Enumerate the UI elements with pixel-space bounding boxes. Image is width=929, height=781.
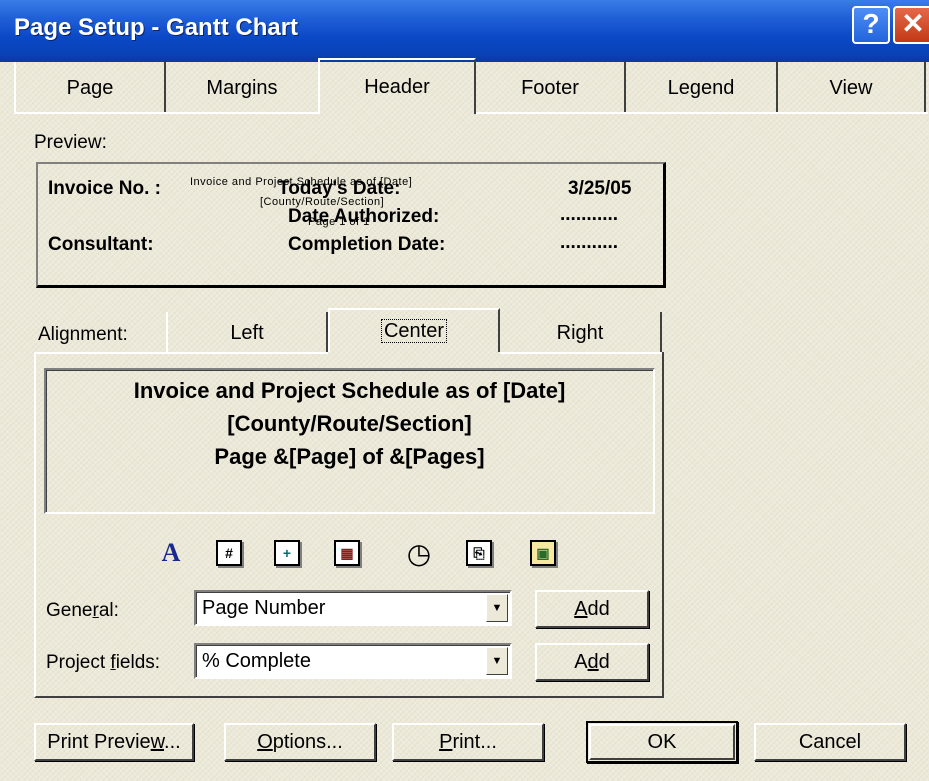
- tab-align-left-label: Left: [230, 322, 264, 344]
- tab-align-center[interactable]: Center: [328, 308, 500, 352]
- insert-current-date-button[interactable]: ▦: [330, 536, 364, 570]
- tab-baseline-right: [476, 112, 928, 114]
- insert-file-name-button[interactable]: ⎘: [462, 536, 496, 570]
- insert-total-page-count-button[interactable]: +: [270, 536, 304, 570]
- preview-center-line3: Completion Date:: [288, 234, 446, 255]
- tab-margins-label: Margins: [206, 77, 278, 99]
- tab-align-right[interactable]: Right: [500, 312, 662, 352]
- print-button[interactable]: Print...: [392, 723, 544, 761]
- help-button[interactable]: ?: [852, 6, 890, 44]
- ok-button[interactable]: OK: [586, 721, 738, 763]
- tab-align-left[interactable]: Left: [166, 312, 328, 352]
- insert-current-date-icon: ▦: [334, 540, 360, 566]
- preview-right-line2: ...........: [560, 204, 619, 225]
- close-icon: ✕: [901, 8, 925, 39]
- tab-page-label: Page: [66, 77, 114, 99]
- options-button[interactable]: Options...: [224, 723, 376, 761]
- project-fields-add-button[interactable]: Add: [535, 643, 649, 681]
- window-title: Page Setup - Gantt Chart: [14, 14, 299, 41]
- preview-label: Preview:: [34, 132, 107, 153]
- insert-picture-button[interactable]: ▣: [526, 536, 560, 570]
- general-select[interactable]: Page Number ▼: [194, 590, 512, 626]
- tab-margins[interactable]: Margins: [166, 62, 320, 112]
- cancel-button[interactable]: Cancel: [754, 723, 906, 761]
- chevron-down-icon[interactable]: ▼: [486, 594, 508, 622]
- project-fields-select[interactable]: % Complete ▼: [194, 643, 512, 679]
- tab-view[interactable]: View: [778, 62, 926, 112]
- print-preview-button[interactable]: Print Preview...: [34, 723, 194, 761]
- insert-page-number-button[interactable]: #: [212, 536, 246, 570]
- tab-align-right-label: Right: [556, 322, 604, 344]
- insert-current-time-icon: ◷: [406, 537, 432, 569]
- format-text-font-icon: A: [161, 538, 181, 567]
- insert-current-time-button[interactable]: ◷: [402, 536, 436, 570]
- tab-align-center-label: Center: [380, 319, 448, 343]
- editor-line3: Page &[Page] of &[Pages]: [214, 444, 485, 469]
- preview-right-line1: 3/25/05: [568, 178, 632, 199]
- tab-baseline-left: [14, 112, 318, 114]
- insert-page-number-icon: #: [216, 540, 242, 566]
- tab-header[interactable]: Header: [318, 58, 476, 114]
- insert-file-name-icon: ⎘: [466, 540, 492, 566]
- format-text-font-button[interactable]: A: [154, 536, 188, 570]
- help-icon: ?: [862, 8, 880, 39]
- ok-button-label: OK: [647, 731, 677, 753]
- project-fields-label: Project fields:: [46, 652, 161, 673]
- page-setup-dialog: Page Setup - Gantt Chart ? ✕ Page Margin…: [0, 0, 929, 781]
- close-button[interactable]: ✕: [893, 6, 929, 44]
- tab-header-label: Header: [364, 76, 430, 98]
- tab-page[interactable]: Page: [14, 62, 166, 112]
- preview-right-line3: ...........: [560, 232, 619, 253]
- editor-line2: [County/Route/Section]: [227, 411, 472, 436]
- chevron-down-icon[interactable]: ▼: [486, 647, 508, 675]
- insert-picture-icon: ▣: [530, 540, 556, 566]
- general-select-value: Page Number: [202, 597, 326, 619]
- alignment-label: Alignment:: [38, 324, 128, 345]
- tab-legend[interactable]: Legend: [626, 62, 778, 112]
- tab-footer-label: Footer: [521, 77, 579, 99]
- general-label: General:: [46, 600, 119, 621]
- project-fields-select-value: % Complete: [202, 650, 311, 672]
- tab-view-label: View: [829, 77, 873, 99]
- tab-legend-label: Legend: [667, 77, 735, 99]
- cancel-button-label: Cancel: [798, 731, 862, 753]
- general-add-button[interactable]: Add: [535, 590, 649, 628]
- editor-line1: Invoice and Project Schedule as of [Date…: [133, 378, 566, 403]
- insert-total-page-count-icon: +: [274, 540, 300, 566]
- preview-left-line1: Invoice No. :: [48, 178, 161, 199]
- header-preview: Invoice No. : Consultant: Invoice and Pr…: [36, 162, 666, 288]
- title-bar: Page Setup - Gantt Chart ? ✕: [0, 0, 929, 62]
- header-text-editor[interactable]: Invoice and Project Schedule as of [Date…: [44, 368, 655, 514]
- tab-footer[interactable]: Footer: [476, 62, 626, 112]
- preview-left-line2: Consultant:: [48, 234, 154, 255]
- preview-center-line1: Today's Date:: [278, 178, 401, 199]
- preview-center-line2: Date Authorized:: [288, 206, 440, 227]
